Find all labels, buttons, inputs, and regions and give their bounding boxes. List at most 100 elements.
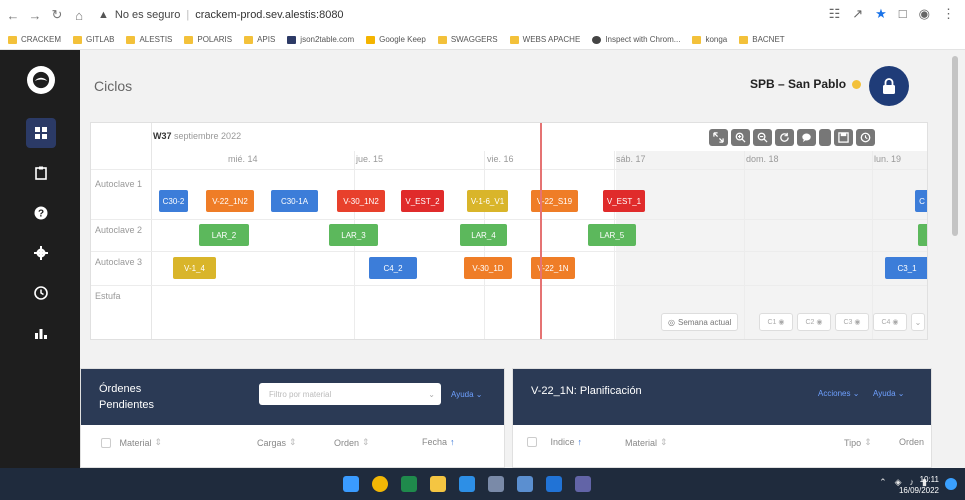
cycle-block[interactable]: C30-2 (159, 190, 188, 212)
cycle-block[interactable]: V-1_4 (173, 257, 216, 279)
legend-chip[interactable]: C1 ◉ (759, 313, 793, 331)
nav-statistics[interactable] (26, 318, 56, 348)
legend-chip[interactable]: C2 ◉ (797, 313, 831, 331)
cycle-block[interactable]: V_EST_1 (603, 190, 645, 212)
nav-history[interactable] (26, 278, 56, 308)
chrome-icon[interactable] (372, 476, 388, 492)
cycle-block[interactable]: V-22_1N2 (206, 190, 254, 212)
cycle-block[interactable]: C (915, 190, 927, 212)
bookmark-item[interactable]: POLARIS (184, 35, 232, 44)
outlook-icon[interactable] (546, 476, 562, 492)
profile-icon[interactable]: ◉ (919, 6, 930, 22)
legend-expand-icon[interactable]: ⌄ (911, 313, 925, 331)
forward-icon[interactable]: → (26, 8, 44, 23)
reload-icon[interactable]: ↻ (48, 7, 66, 23)
chevron-up-icon[interactable]: ⌃ (879, 477, 887, 488)
column-cargas[interactable]: Cargas ⇕ (257, 437, 297, 448)
column-orden[interactable]: Orden ⇕ (334, 437, 370, 448)
folder-icon (692, 35, 702, 44)
bookmark-item[interactable]: APIS (244, 35, 275, 44)
bookmark-item[interactable]: json2table.com (287, 35, 354, 44)
material-filter-input[interactable]: Filtro por material ⌄ (259, 383, 441, 405)
save-button[interactable] (834, 129, 853, 146)
cycle-block[interactable]: C30-1A (271, 190, 318, 212)
cycle-block[interactable]: LAR_2 (199, 224, 249, 246)
bookmark-item[interactable]: Google Keep (366, 35, 426, 44)
notification-icon[interactable] (945, 478, 957, 490)
row-label-autoclave-1: Autoclave 1 (95, 179, 143, 189)
folder-icon (73, 35, 83, 44)
cycle-block[interactable]: C3_1 (885, 257, 927, 279)
nav-dashboard[interactable] (26, 118, 56, 148)
vscode-icon[interactable] (459, 476, 475, 492)
lock-button[interactable] (869, 66, 909, 106)
cycle-block[interactable]: C4_2 (369, 257, 417, 279)
plant-selector[interactable]: SPB – San Pablo (750, 77, 862, 91)
expand-button[interactable] (709, 129, 728, 146)
help-dropdown[interactable]: Ayuda ⌄ (873, 389, 904, 398)
excel-icon[interactable] (401, 476, 417, 492)
refresh-button[interactable] (775, 129, 794, 146)
timeline-toolbar (709, 129, 875, 146)
bookmark-star-icon[interactable]: ★ (875, 6, 887, 22)
comment-button[interactable] (797, 129, 816, 146)
actions-dropdown[interactable]: Acciones ⌄ (818, 389, 859, 398)
teams-icon[interactable] (575, 476, 591, 492)
file-explorer-icon[interactable] (430, 476, 446, 492)
cycle-block[interactable]: LAR_3 (329, 224, 378, 246)
cycle-block[interactable]: V_EST_2 (401, 190, 444, 212)
cycle-block[interactable]: V-22_S19 (531, 190, 578, 212)
system-clock[interactable]: 10:11 16/09/2022 (899, 474, 939, 496)
nav-clipboard[interactable] (26, 158, 56, 188)
browser-menu-icon[interactable]: ⋮ (942, 6, 955, 22)
column-material[interactable]: Material ⇕ (625, 437, 668, 448)
home-icon[interactable]: ⌂ (70, 8, 88, 23)
windows-taskbar: ⌃ ◈ ♪ ▮ 10:11 16/09/2022 (0, 468, 965, 500)
tab-icon[interactable]: □ (899, 6, 907, 22)
column-fecha[interactable]: Fecha ↑ (422, 437, 455, 447)
day-header: lun. 19 (874, 154, 902, 164)
bookmark-item[interactable]: BACNET (739, 35, 785, 44)
bookmark-item[interactable]: GITLAB (73, 35, 114, 44)
cycle-block[interactable]: V-30_1D (464, 257, 512, 279)
scroll-thumb[interactable] (952, 56, 958, 236)
cycle-block[interactable] (918, 224, 927, 246)
select-all-checkbox[interactable] (527, 437, 537, 447)
cycle-block[interactable]: V-30_1N2 (337, 190, 385, 212)
day-header: sáb. 17 (616, 154, 646, 164)
zoom-in-button[interactable] (731, 129, 750, 146)
back-icon[interactable]: ← (4, 8, 22, 23)
column-tipo[interactable]: Tipo ⇕ (844, 437, 872, 448)
cycle-block[interactable]: LAR_5 (588, 224, 636, 246)
legend-chip[interactable]: C3 ◉ (835, 313, 869, 331)
folder-icon (244, 35, 254, 44)
current-week-button[interactable]: ◎ Semana actual (661, 313, 739, 331)
help-dropdown[interactable]: Ayuda ⌄ (451, 390, 482, 399)
bookmark-item[interactable]: SWAGGERS (437, 35, 498, 44)
share-icon[interactable]: ↗ (852, 6, 863, 22)
translate-icon[interactable]: ☷ (829, 6, 841, 22)
cycle-block[interactable]: LAR_4 (460, 224, 507, 246)
app-icon[interactable] (488, 476, 504, 492)
column-orden[interactable]: Orden (899, 437, 924, 447)
page-scrollbar[interactable] (945, 50, 965, 468)
select-all-checkbox[interactable] (101, 437, 111, 448)
zoom-out-button[interactable] (753, 129, 772, 146)
bookmark-item[interactable]: konga (692, 35, 727, 44)
url-field[interactable]: ▲ No es seguro | crackem-prod.sev.alesti… (98, 9, 344, 21)
bookmark-item[interactable]: CRACKEM (8, 35, 61, 44)
cycle-block[interactable]: V-22_1N (531, 257, 575, 279)
clock-button[interactable] (856, 129, 875, 146)
cycle-block[interactable]: V-1-6_V1 (467, 190, 508, 212)
nav-settings[interactable] (26, 238, 56, 268)
nav-help[interactable]: ? (26, 198, 56, 228)
legend-chip[interactable]: C4 ◉ (873, 313, 907, 331)
app-icon[interactable] (517, 476, 533, 492)
bookmark-item[interactable]: WEBS APACHE (509, 35, 580, 44)
windows-start-icon[interactable] (343, 476, 359, 492)
column-material[interactable]: Material ⇕ (101, 437, 162, 448)
app-logo[interactable] (27, 66, 55, 94)
bookmark-item[interactable]: ALESTIS (126, 35, 172, 44)
bookmark-item[interactable]: Inspect with Chrom... (592, 35, 680, 44)
column-indice[interactable]: Indice ↑ (527, 437, 582, 447)
